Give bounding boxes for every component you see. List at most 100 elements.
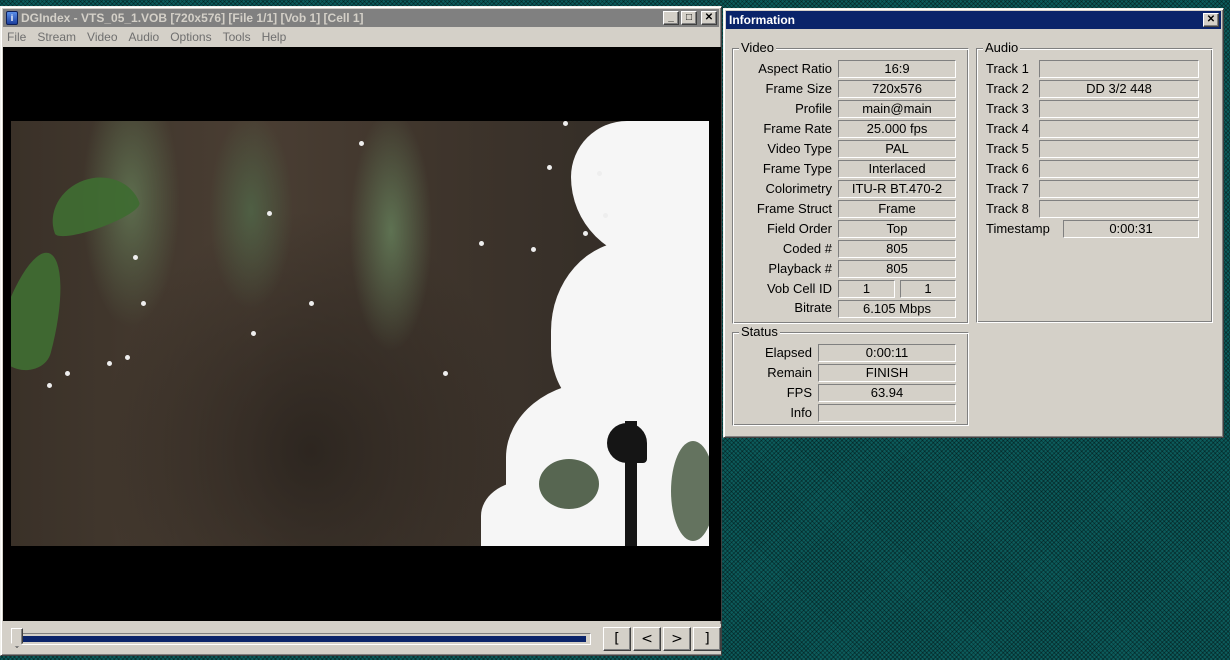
video-display [3, 47, 721, 621]
flower-speck [107, 361, 112, 366]
previous-frame-button[interactable]: < [633, 627, 661, 651]
next-frame-button[interactable]: > [663, 627, 691, 651]
menu-tools[interactable]: Tools [223, 30, 251, 44]
video-field-value: ITU-R BT.470-2 [838, 180, 956, 198]
plant-silhouette [607, 423, 647, 463]
flower-speck [443, 371, 448, 376]
seek-bar-area: [ < > ] [3, 624, 721, 654]
video-field-value: Interlaced [838, 160, 956, 178]
close-button[interactable]: ✕ [701, 11, 717, 25]
audio-track-value: DD 3/2 448 [1039, 80, 1199, 98]
menu-stream[interactable]: Stream [37, 30, 76, 44]
seek-slider[interactable] [15, 633, 591, 645]
flower-speck [65, 371, 70, 376]
video-field-label: Coded # [782, 241, 832, 256]
video-field-label: Frame Rate [763, 121, 832, 136]
dgindex-titlebar[interactable]: i DGIndex - VTS_05_1.VOB [720x576] [File… [3, 9, 719, 27]
vob-cell-id-label: Vob Cell ID [766, 281, 832, 296]
audio-track-value [1039, 100, 1199, 118]
audio-track-value [1039, 160, 1199, 178]
flower-speck [267, 211, 272, 216]
audio-track-value [1039, 60, 1199, 78]
close-icon: ✕ [704, 12, 714, 23]
mark-out-button[interactable]: ] [693, 627, 721, 651]
video-group-label: Video [739, 40, 777, 55]
menu-video[interactable]: Video [87, 30, 117, 44]
audio-track-label: Track 5 [986, 141, 1029, 156]
information-window: Information ✕ Video Aspect Ratio 16:9 Fram… [723, 8, 1224, 438]
audio-track-value [1039, 120, 1199, 138]
flower-speck [583, 231, 588, 236]
mark-out-label: ] [704, 631, 710, 647]
flower-speck [47, 383, 52, 388]
dgindex-window: i DGIndex - VTS_05_1.VOB [720x576] [File… [0, 6, 722, 656]
status-field-value: FINISH [818, 364, 956, 382]
audio-track-value [1039, 180, 1199, 198]
audio-track-label: Track 7 [986, 181, 1029, 196]
flower-speck [251, 331, 256, 336]
video-field-value: 805 [838, 260, 956, 278]
video-field-label: Frame Struct [756, 201, 832, 216]
leaf-shape [41, 165, 143, 243]
video-field-value: Top [838, 220, 956, 238]
audio-track-value [1039, 140, 1199, 158]
video-field-label: Playback # [768, 261, 832, 276]
stone-shape [539, 459, 599, 509]
audio-track-label: Track 2 [986, 81, 1029, 96]
bitrate-label: Bitrate [794, 300, 832, 315]
bitrate-value: 6.105 Mbps [838, 300, 956, 318]
info-close-button[interactable]: ✕ [1203, 13, 1219, 27]
seek-slider-thumb[interactable] [11, 628, 23, 648]
status-field-label: Remain [767, 365, 812, 380]
previous-frame-label: < [641, 631, 653, 647]
water-splash [571, 121, 709, 261]
video-field-label: Frame Size [765, 81, 832, 96]
seek-progress-fill [17, 636, 586, 642]
menu-help[interactable]: Help [262, 30, 287, 44]
information-title: Information [729, 13, 795, 27]
minimize-button[interactable]: _ [663, 11, 679, 25]
status-group: Status Elapsed 0:00:11 Remain FINISH FPS 63.9… [732, 324, 969, 426]
status-group-label: Status [739, 324, 780, 339]
status-field-label: Info [790, 405, 812, 420]
flower-speck [603, 213, 608, 218]
status-field-value [818, 404, 956, 422]
maximize-button[interactable]: □ [681, 11, 697, 25]
stone-shape [671, 441, 709, 541]
video-frame-image [11, 121, 709, 546]
dgindex-app-icon: i [6, 11, 18, 25]
flower-speck [531, 247, 536, 252]
menu-options[interactable]: Options [170, 30, 211, 44]
video-field-value: Frame [838, 200, 956, 218]
video-field-label: Profile [795, 101, 832, 116]
information-titlebar[interactable]: Information ✕ [726, 11, 1221, 29]
audio-track-label: Track 1 [986, 61, 1029, 76]
flower-speck [309, 301, 314, 306]
menu-audio[interactable]: Audio [129, 30, 160, 44]
video-group: Video Aspect Ratio 16:9 Frame Size 720x576 P… [732, 40, 969, 324]
video-field-value: 16:9 [838, 60, 956, 78]
video-field-value: 720x576 [838, 80, 956, 98]
mark-in-button[interactable]: [ [603, 627, 631, 651]
audio-track-label: Track 8 [986, 201, 1029, 216]
menu-file[interactable]: File [7, 30, 26, 44]
audio-track-label: Track 6 [986, 161, 1029, 176]
flower-speck [125, 355, 130, 360]
timestamp-value: 0:00:31 [1063, 220, 1199, 238]
video-field-value: PAL [838, 140, 956, 158]
audio-track-label: Track 3 [986, 101, 1029, 116]
video-field-label: Video Type [767, 141, 832, 156]
close-icon: ✕ [1206, 14, 1216, 25]
timestamp-label: Timestamp [986, 221, 1050, 236]
audio-group: Audio Track 1 Track 2 DD 3/2 448 Track 3 Tra… [976, 40, 1213, 323]
video-field-label: Field Order [766, 221, 832, 236]
status-field-value: 0:00:11 [818, 344, 956, 362]
video-field-value: 805 [838, 240, 956, 258]
flower-speck [547, 165, 552, 170]
flower-speck [479, 241, 484, 246]
audio-group-label: Audio [983, 40, 1021, 55]
vob-id-value: 1 [838, 280, 895, 298]
minimize-icon: _ [668, 12, 674, 23]
next-frame-label: > [671, 631, 683, 647]
flower-speck [133, 255, 138, 260]
